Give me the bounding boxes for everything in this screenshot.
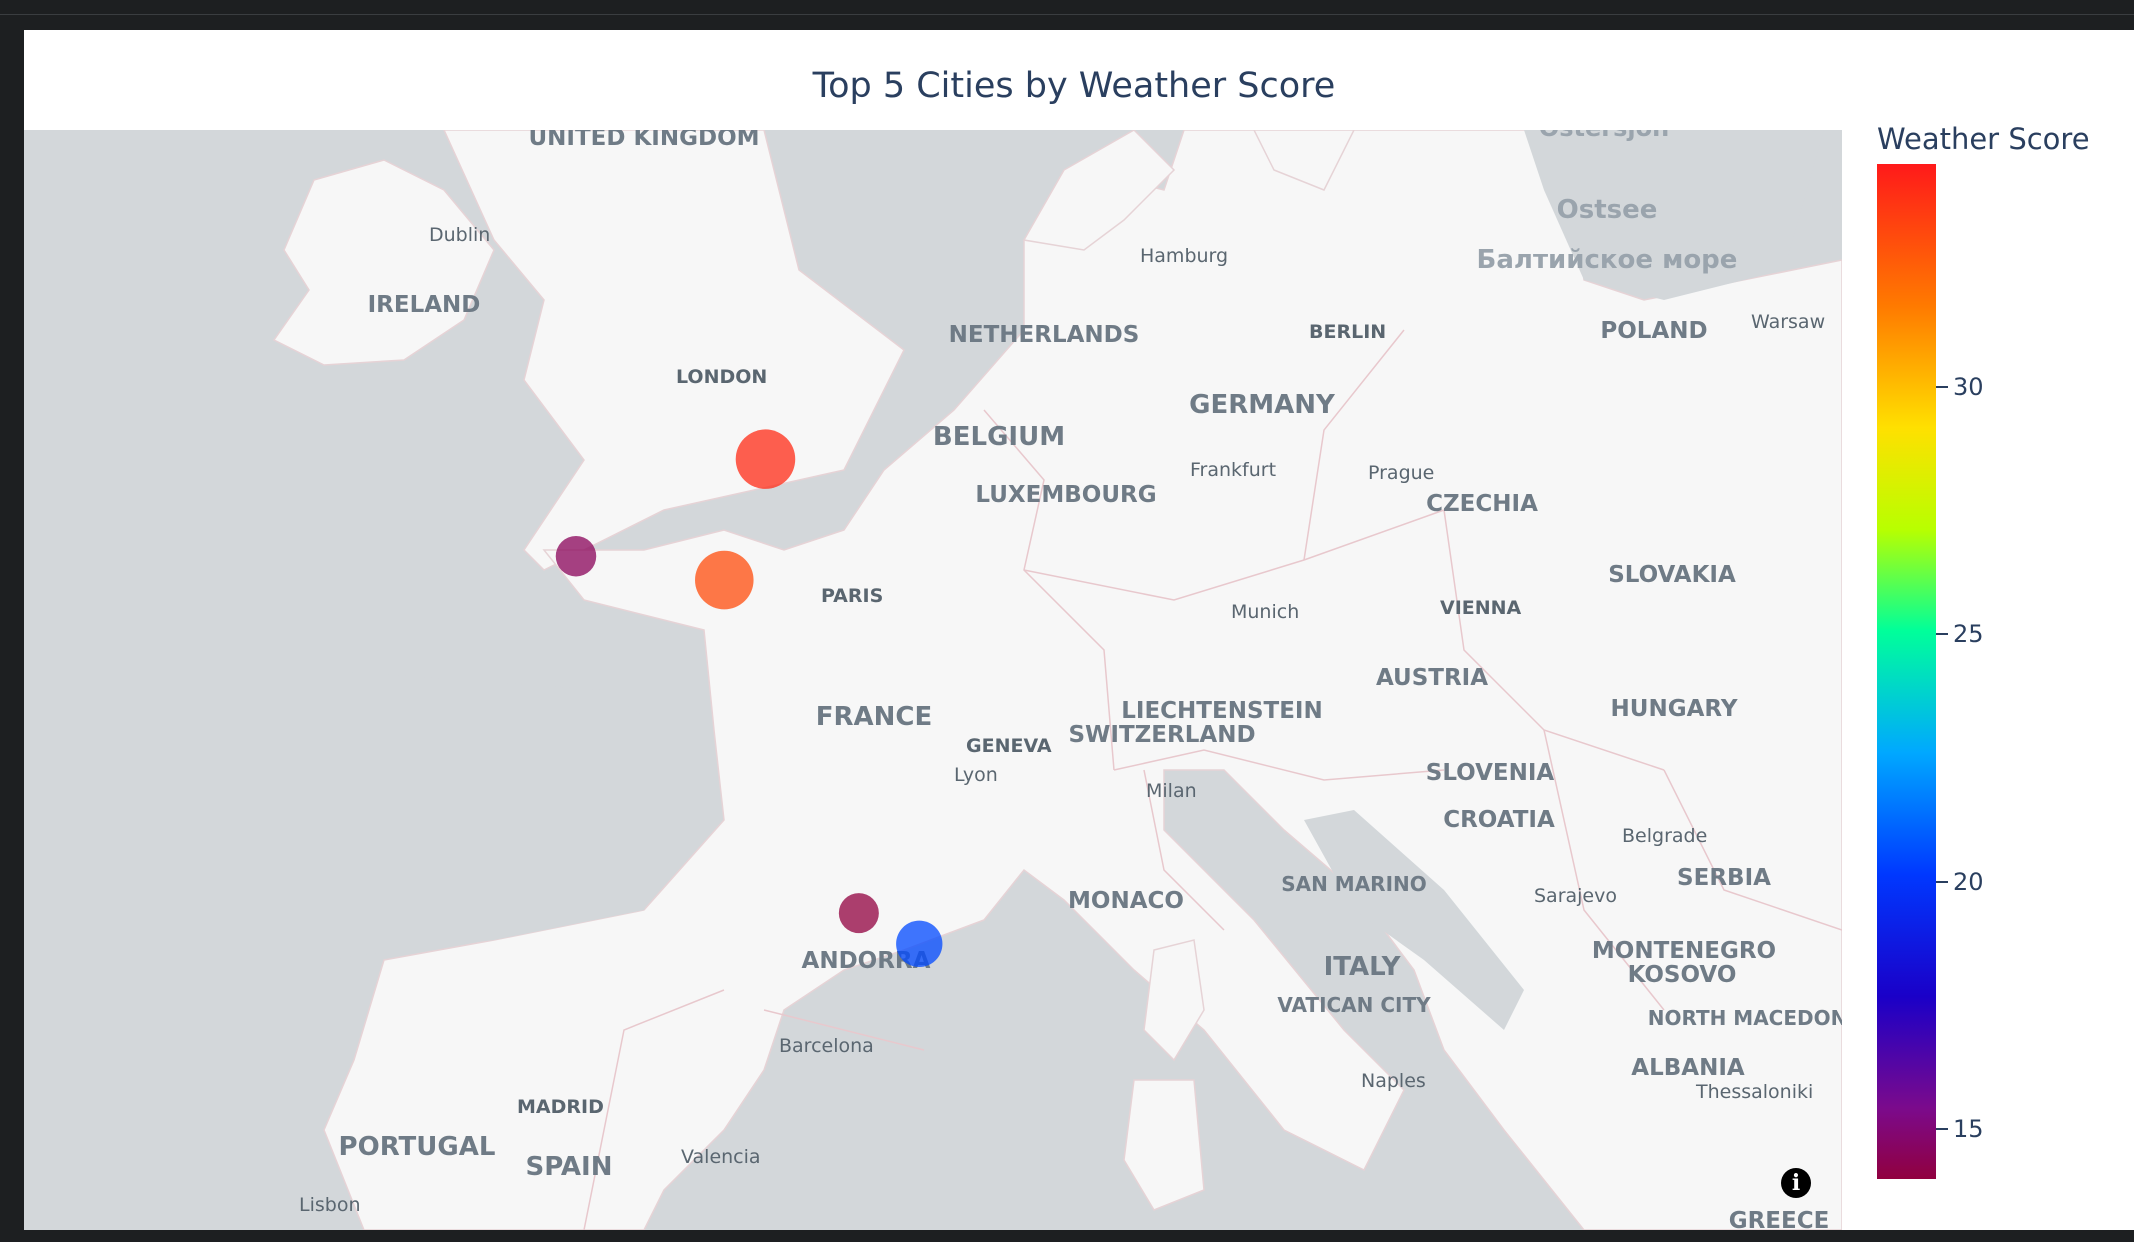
colorbar-tick [1936, 385, 1948, 388]
label-hungary: HUNGARY [1611, 696, 1738, 722]
label-poland: POLAND [1600, 318, 1707, 344]
colorbar-tick [1936, 880, 1948, 883]
city-warsaw: Warsaw [1751, 311, 1825, 333]
label-monaco: MONACO [1068, 888, 1184, 914]
city-sarajevo: Sarajevo [1534, 885, 1617, 907]
city-lisbon: Lisbon [299, 1194, 361, 1216]
label-belgium: BELGIUM [933, 422, 1065, 452]
label-italy: ITALY [1324, 952, 1402, 982]
label-uk: UNITED KINGDOM [528, 130, 759, 151]
score-marker-2[interactable] [695, 550, 754, 610]
label-greece: GREECE [1729, 1208, 1830, 1230]
city-geneva: GENEVA [966, 735, 1052, 757]
city-naples: Naples [1361, 1070, 1426, 1092]
label-san-marino: SAN MARINO [1281, 872, 1427, 896]
score-marker-5[interactable] [896, 920, 943, 968]
label-austria: AUSTRIA [1376, 665, 1488, 691]
label-serbia: SERBIA [1677, 865, 1771, 891]
city-munich: Munich [1231, 601, 1299, 623]
city-prague: Prague [1368, 462, 1434, 484]
city-london: LONDON [676, 366, 767, 388]
city-lyon: Lyon [954, 764, 998, 786]
basemap: UNITED KINGDOM IRELAND NETHERLANDS BELGI… [272, 130, 1842, 1230]
info-icon[interactable]: i [1781, 1168, 1811, 1198]
land-shapes [272, 130, 1842, 1230]
city-barcelona: Barcelona [779, 1035, 874, 1057]
chart-card: Top 5 Cities by Weather Score UNITED KIN… [24, 30, 2134, 1230]
map-area[interactable]: UNITED KINGDOM IRELAND NETHERLANDS BELGI… [24, 130, 1842, 1230]
chart-title: Top 5 Cities by Weather Score [812, 66, 1336, 106]
label-slovenia: SLOVENIA [1426, 760, 1555, 786]
label-kosovo: KOSOVO [1628, 962, 1737, 988]
colorbar-tick-label: 20 [1953, 867, 1984, 896]
label-spain: SPAIN [526, 1152, 613, 1182]
label-slovakia: SLOVAKIA [1608, 562, 1736, 588]
label-netherlands: NETHERLANDS [949, 322, 1140, 348]
colorbar-tick [1936, 633, 1948, 636]
label-ostersjon: Ostersjon [1539, 130, 1669, 142]
label-luxembourg: LUXEMBOURG [975, 482, 1156, 508]
colorbar-title: Weather Score [1877, 122, 2090, 156]
colorbar-tick-label: 25 [1953, 620, 1984, 649]
city-hamburg: Hamburg [1140, 245, 1228, 267]
city-vienna: VIENNA [1440, 597, 1522, 619]
city-berlin: BERLIN [1309, 321, 1386, 343]
label-croatia: CROATIA [1443, 807, 1555, 833]
city-milan: Milan [1146, 780, 1197, 802]
city-dublin: Dublin [429, 224, 490, 246]
colorbar-tick [1936, 1128, 1948, 1131]
city-frankfurt: Frankfurt [1190, 459, 1276, 481]
label-north-macedonia: NORTH MACEDONIA [1648, 1006, 1842, 1030]
score-marker-1[interactable] [735, 429, 796, 489]
label-albania: ALBANIA [1631, 1055, 1745, 1081]
label-liechtenstein: LIECHTENSTEIN [1121, 698, 1322, 724]
label-czechia: CZECHIA [1426, 491, 1538, 517]
score-marker-4[interactable] [838, 893, 879, 934]
colorbar-tick-label: 15 [1953, 1115, 1984, 1144]
label-vatican-city: VATICAN CITY [1277, 993, 1431, 1017]
colorbar-tick-label: 30 [1953, 372, 1984, 401]
label-ireland: IRELAND [368, 292, 481, 318]
city-thessaloniki: Thessaloniki [1695, 1081, 1813, 1103]
label-germany: GERMANY [1189, 390, 1336, 420]
colorbar [1877, 164, 1936, 1179]
label-baltic-sea-ru: Балтийское море [1477, 245, 1738, 275]
label-switzerland: SWITZERLAND [1068, 722, 1255, 748]
label-ostsee: Ostsee [1557, 195, 1658, 225]
window-top-bar [0, 0, 2134, 15]
label-montenegro: MONTENEGRO [1592, 938, 1776, 964]
label-portugal: PORTUGAL [339, 1132, 496, 1162]
city-madrid: MADRID [517, 1096, 604, 1118]
city-valencia: Valencia [681, 1146, 761, 1168]
label-france: FRANCE [816, 702, 933, 732]
city-belgrade: Belgrade [1622, 825, 1707, 847]
score-marker-3[interactable] [555, 535, 597, 577]
city-paris: PARIS [821, 585, 883, 607]
